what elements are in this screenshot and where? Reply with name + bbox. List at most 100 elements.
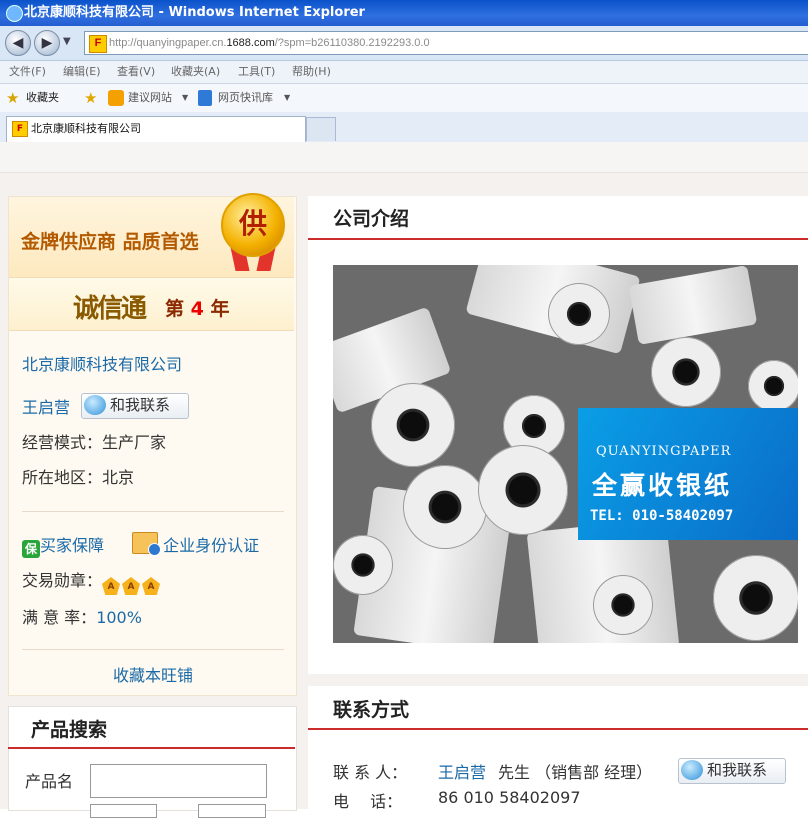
section-underline	[308, 238, 808, 240]
menu-file[interactable]: 文件(F)	[9, 61, 46, 83]
tab-company[interactable]: F 北京康顺科技有限公司	[6, 116, 306, 142]
menu-edit[interactable]: 编辑(E)	[63, 61, 101, 83]
gold-supplier-banner: 金牌供应商 品质首选 供	[9, 193, 294, 278]
site-favicon-icon: F	[89, 35, 107, 53]
window-title: 北京康顺科技有限公司 - Windows Internet Explorer	[24, 5, 365, 20]
paper-roll	[651, 337, 721, 407]
company-name-link[interactable]: 北京康顺科技有限公司	[22, 351, 182, 375]
contact-me-button[interactable]: 和我联系	[678, 758, 786, 784]
enterprise-verification-label: 企业身份认证	[163, 536, 260, 555]
contact-person-label: 联 系 人：	[333, 763, 408, 782]
brand-english: QUANYINGPAPER	[596, 444, 732, 459]
paper-roll	[403, 465, 487, 549]
chengxintong-logo: 诚信通	[73, 294, 147, 324]
gold-supplier-text: 金牌供应商 品质首选	[21, 231, 199, 253]
paper-roll	[548, 283, 610, 345]
suggested-sites-icon	[108, 90, 124, 106]
web-slice-link[interactable]: 网页快讯库	[218, 84, 273, 112]
forward-arrow-icon: ▶	[41, 35, 53, 51]
satisfaction-value: 100%	[96, 608, 142, 627]
membership-years: 第 4 年	[165, 294, 230, 321]
enterprise-verification[interactable]: 企业身份认证	[132, 532, 259, 556]
trade-medal-a-icon: A	[102, 577, 121, 595]
contact-me-button[interactable]: 和我联系	[81, 393, 189, 419]
brand-label-box: QUANYINGPAPER 全赢收银纸 TEL: 010-58402097	[578, 408, 798, 540]
phone-label: 电 话：	[333, 792, 403, 811]
contact-person-link[interactable]: 王启营	[438, 759, 486, 783]
tab-title: 北京康顺科技有限公司	[31, 122, 141, 135]
page-top-strip	[0, 142, 808, 173]
divider	[22, 511, 284, 512]
brand-telephone: TEL: 010-58402097	[590, 508, 734, 524]
section-underline	[8, 747, 295, 749]
trade-medal-a-icon: A	[122, 577, 141, 595]
forward-button[interactable]: ▶	[34, 30, 60, 56]
business-mode: 经营模式：生产厂家	[22, 433, 167, 452]
years-prefix: 第	[165, 298, 185, 320]
paper-roll	[371, 383, 455, 467]
suggested-sites-link[interactable]: 建议网站	[128, 84, 172, 112]
favorites-bar: ★ 收藏夹 ★ 建议网站 ▼ 网页快讯库 ▼	[0, 84, 808, 113]
product-search-title: 产品搜索	[31, 719, 108, 741]
bookmark-shop-link[interactable]: 收藏本旺铺	[113, 662, 193, 686]
aliwangwang-icon	[681, 760, 703, 780]
menu-tools[interactable]: 工具(T)	[238, 61, 275, 83]
add-favorite-icon[interactable]: ★	[84, 84, 97, 112]
contact-me-label: 和我联系	[707, 761, 768, 779]
web-slice-dropdown-icon[interactable]: ▼	[284, 84, 290, 112]
contact-title: 联系方式	[333, 699, 410, 721]
years-number: 4	[190, 298, 204, 320]
tab-favicon-icon: F	[12, 121, 28, 137]
brand-chinese: 全赢收银纸	[592, 471, 733, 500]
contact-name-link[interactable]: 王启营	[22, 394, 70, 418]
buyer-protection-label: 买家保障	[40, 536, 105, 555]
trade-medal-a-icon: A	[142, 577, 161, 595]
satisfaction-rate: 满 意 率：100%	[22, 604, 142, 628]
trade-medals: 交易勋章： A A A	[22, 567, 162, 595]
paper-roll-side	[628, 265, 758, 345]
contact-me-label: 和我联系	[110, 396, 171, 414]
paper-roll	[478, 445, 568, 535]
paper-roll	[748, 360, 798, 412]
search-field-small[interactable]	[198, 804, 266, 818]
section-underline	[308, 728, 808, 730]
address-input[interactable]: F http://quanyingpaper.cn.1688.com/?spm=…	[84, 31, 808, 55]
region: 所在地区：北京	[22, 468, 135, 487]
buyer-protection[interactable]: 保买家保障	[22, 532, 104, 558]
url-prefix: http://quanyingpaper.cn.	[109, 37, 227, 49]
favorites-star-icon: ★	[6, 89, 20, 107]
phone-value: 86 010 58402097	[438, 788, 581, 807]
web-slice-icon	[198, 90, 212, 106]
suggested-sites-dropdown-icon[interactable]: ▼	[182, 84, 188, 112]
paper-roll	[713, 555, 798, 641]
menu-bar: 文件(F) 编辑(E) 查看(V) 收藏夹(A) 工具(T) 帮助(H)	[0, 61, 808, 84]
history-dropdown-icon[interactable]: ▼	[63, 36, 71, 47]
back-button[interactable]: ◀	[5, 30, 31, 56]
years-suffix: 年	[210, 298, 230, 320]
id-verification-icon	[132, 532, 161, 556]
menu-help[interactable]: 帮助(H)	[292, 61, 331, 83]
ie-logo-icon	[6, 5, 23, 22]
url-path: /?spm=b26110380.2192293.0.0	[274, 37, 430, 49]
divider	[22, 649, 284, 650]
supplier-medal-icon: 供	[221, 193, 285, 257]
favorites-button[interactable]: 收藏夹	[26, 84, 59, 112]
trade-medals-label: 交易勋章：	[22, 571, 103, 590]
search-field-small[interactable]	[90, 804, 157, 818]
window-titlebar: 北京康顺科技有限公司 - Windows Internet Explorer	[0, 0, 808, 26]
back-arrow-icon: ◀	[12, 35, 24, 51]
menu-favorites[interactable]: 收藏夹(A)	[171, 61, 220, 83]
new-tab-button[interactable]	[306, 117, 336, 141]
product-name-label: 产品名	[25, 772, 74, 791]
contact-person-title: 先生 （销售部 经理）	[498, 763, 653, 782]
chengxintong-banner: 诚信通 第 4 年	[9, 278, 294, 331]
company-photo[interactable]: QUANYINGPAPER 全赢收银纸 TEL: 010-58402097	[333, 265, 798, 643]
company-intro-title: 公司介绍	[333, 208, 410, 230]
paper-roll	[333, 535, 393, 595]
buyer-protection-icon: 保	[22, 540, 40, 558]
product-name-input[interactable]	[90, 764, 267, 798]
menu-view[interactable]: 查看(V)	[117, 61, 155, 83]
satisfaction-label: 满 意 率：	[22, 608, 97, 627]
aliwangwang-icon	[84, 395, 106, 415]
url-domain: 1688.com	[226, 37, 275, 49]
